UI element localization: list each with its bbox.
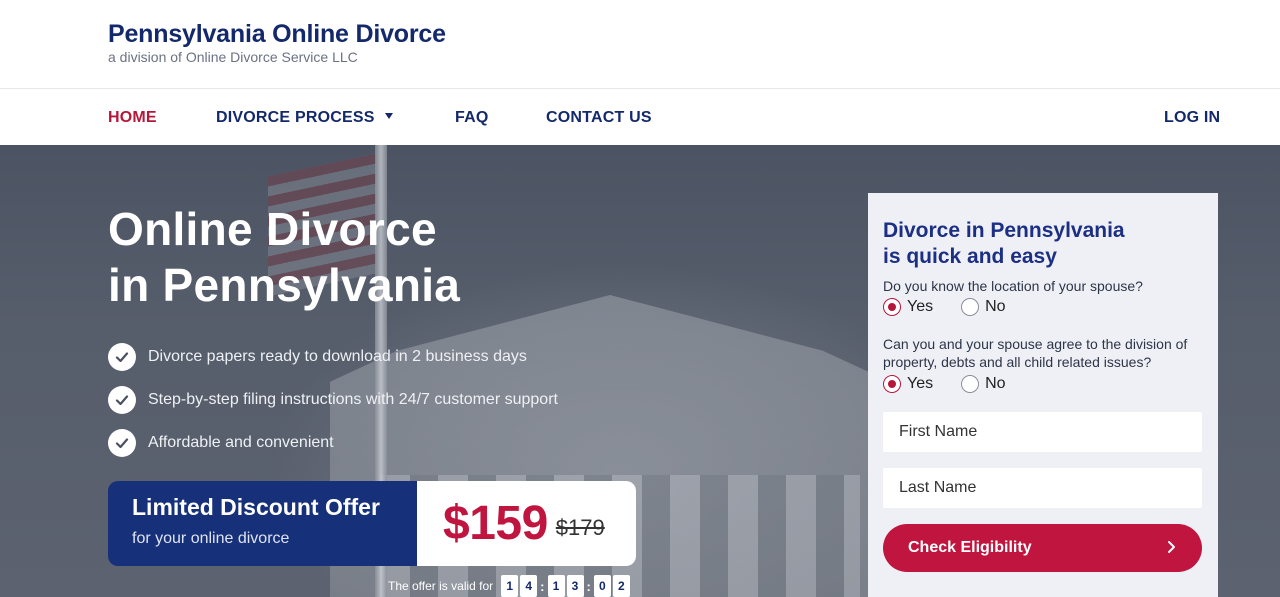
radio-q2-yes-label[interactable]: Yes — [907, 375, 933, 393]
nav-home[interactable]: HOME — [108, 109, 157, 127]
offer-price: $159 — [443, 497, 548, 550]
offer-price-box: $159 $179 — [417, 481, 636, 566]
check-icon — [108, 385, 136, 414]
timer-digit: 4 — [520, 575, 538, 597]
form-title-line1: Divorce in Pennsylvania — [883, 219, 1125, 242]
form-title: Divorce in Pennsylvania is quick and eas… — [883, 218, 1125, 270]
benefit-text: Divorce papers ready to download in 2 bu… — [148, 347, 527, 365]
check-icon — [108, 342, 136, 371]
hero-title-line1: Online Divorce — [108, 203, 437, 255]
timer-digit: 0 — [593, 575, 611, 597]
benefits-list: Divorce papers ready to download in 2 bu… — [108, 335, 558, 464]
offer-countdown-timer: The offer is valid for 1 4 : 1 3 : 0 2 — [388, 575, 632, 597]
question-spouse-location: Do you know the location of your spouse? — [883, 278, 1143, 294]
benefit-item: Divorce papers ready to download in 2 bu… — [108, 335, 558, 378]
check-eligibility-label: Check Eligibility — [908, 539, 1032, 556]
benefit-text: Affordable and convenient — [148, 433, 334, 451]
timer-digit: 1 — [547, 575, 565, 597]
offer-info: Limited Discount Offer for your online d… — [108, 481, 417, 566]
main-nav: HOME DIVORCE PROCESS FAQ CONTACT US LOG … — [0, 88, 1280, 145]
radio-q1-no-label[interactable]: No — [985, 298, 1005, 316]
timer-separator: : — [586, 578, 591, 594]
benefit-text: Step-by-step filing instructions with 24… — [148, 390, 558, 408]
nav-login[interactable]: LOG IN — [1164, 109, 1220, 127]
offer-old-price: $179 — [555, 514, 605, 540]
offer-title: Limited Discount Offer — [132, 494, 380, 520]
hero-title-line2: in Pennsylvania — [108, 259, 461, 311]
site-header: Pennsylvania Online Divorce a division o… — [0, 0, 1280, 88]
radio-q1-yes-label[interactable]: Yes — [907, 298, 933, 316]
check-icon — [108, 428, 136, 457]
caret-down-icon — [384, 112, 393, 119]
chevron-right-icon — [1168, 541, 1175, 553]
timer-digit: 1 — [501, 575, 519, 597]
hero-title: Online Divorce in Pennsylvania — [108, 201, 460, 313]
site-logo-title[interactable]: Pennsylvania Online Divorce — [108, 20, 446, 49]
nav-divorce-process[interactable]: DIVORCE PROCESS — [216, 109, 393, 127]
timer-digit: 3 — [566, 575, 584, 597]
radio-group-spouse-location: Yes No — [883, 298, 1034, 316]
radio-group-agreement: Yes No — [883, 375, 1034, 393]
eligibility-form-card: Divorce in Pennsylvania is quick and eas… — [868, 193, 1218, 597]
nav-divorce-process-label: DIVORCE PROCESS — [216, 109, 375, 126]
last-name-input[interactable] — [883, 468, 1202, 508]
radio-q1-yes[interactable] — [883, 298, 901, 316]
form-title-line2: is quick and easy — [883, 245, 1057, 268]
radio-q2-no[interactable] — [961, 375, 980, 393]
timer-label: The offer is valid for — [388, 579, 494, 593]
question-agreement: Can you and your spouse agree to the div… — [883, 336, 1188, 370]
discount-offer-banner: Limited Discount Offer for your online d… — [108, 481, 636, 566]
nav-contact-us[interactable]: CONTACT US — [546, 109, 652, 127]
nav-faq[interactable]: FAQ — [455, 109, 489, 127]
benefit-item: Step-by-step filing instructions with 24… — [108, 378, 558, 421]
radio-q1-no[interactable] — [961, 298, 980, 316]
radio-q2-no-label[interactable]: No — [985, 375, 1005, 393]
offer-subtitle: for your online divorce — [132, 530, 290, 547]
timer-digit: 2 — [612, 575, 630, 597]
radio-q2-yes[interactable] — [883, 375, 901, 393]
site-logo-subtitle: a division of Online Divorce Service LLC — [108, 49, 358, 65]
check-eligibility-button[interactable]: Check Eligibility — [883, 524, 1202, 572]
benefit-item: Affordable and convenient — [108, 421, 558, 464]
timer-separator: : — [540, 578, 545, 594]
first-name-input[interactable] — [883, 412, 1202, 452]
